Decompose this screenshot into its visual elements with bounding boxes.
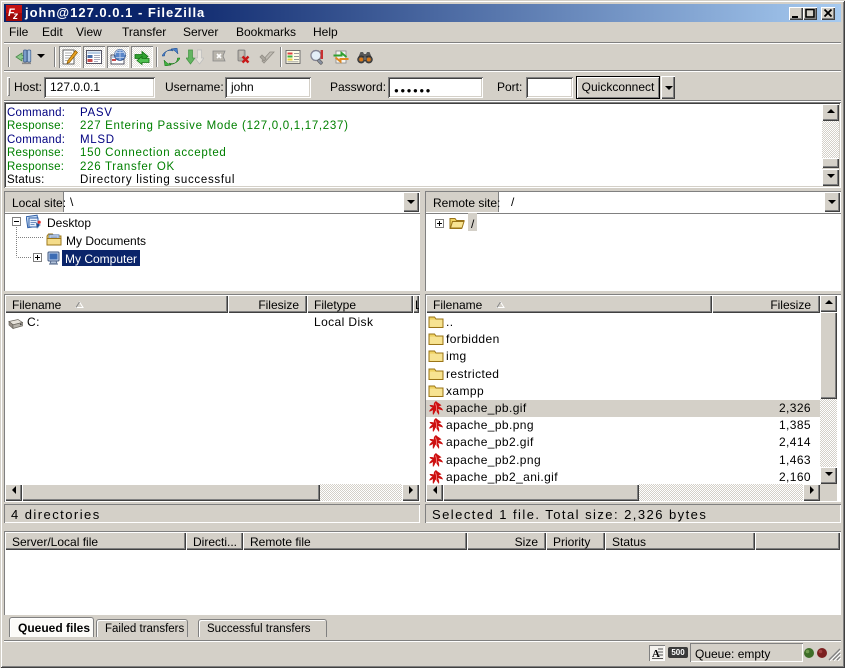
svg-text:z: z: [12, 11, 18, 21]
